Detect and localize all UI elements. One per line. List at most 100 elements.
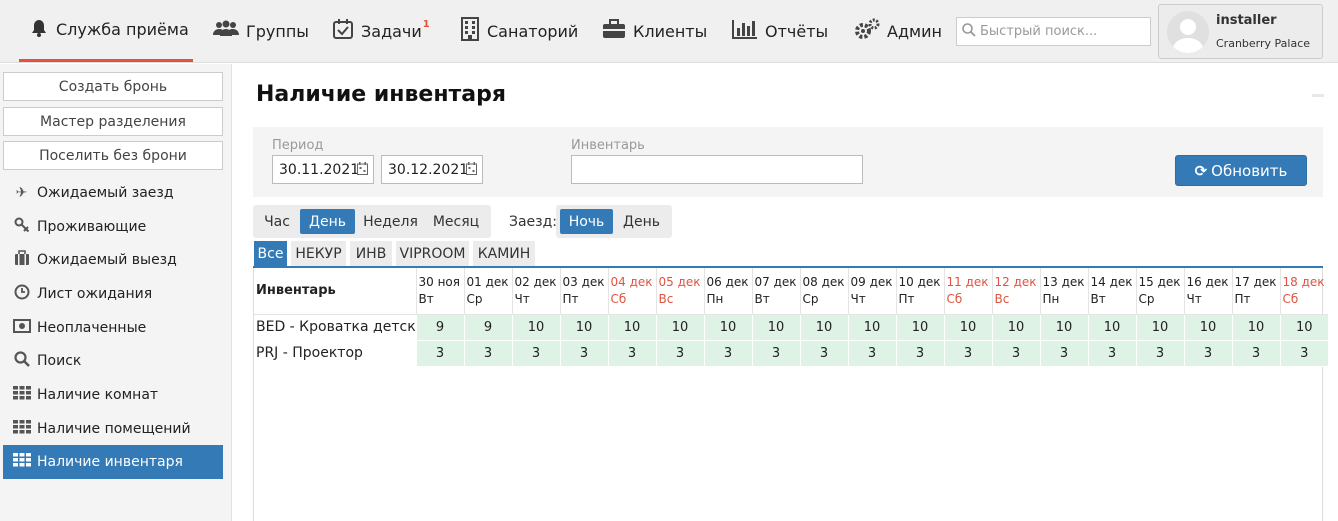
tab-all[interactable]: Все <box>254 241 287 266</box>
availability-cell[interactable]: 10 <box>1087 314 1136 341</box>
availability-cell[interactable]: 10 <box>751 314 800 341</box>
availability-cell[interactable]: 10 <box>1279 314 1328 341</box>
sidebar-item-inventory-availability[interactable]: Наличие инвентаря <box>3 445 223 479</box>
availability-cell[interactable]: 3 <box>895 340 944 367</box>
availability-cell[interactable]: 3 <box>511 340 560 367</box>
availability-cell[interactable]: 10 <box>511 314 560 341</box>
nav-clients[interactable]: Клиенты <box>602 0 707 62</box>
scale-day[interactable]: День <box>300 209 355 234</box>
availability-cell[interactable]: 10 <box>799 314 848 341</box>
availability-cell[interactable]: 3 <box>799 340 848 367</box>
table-row: PRJ - Проектор 3 3 3 3 3 3 3 3 3 3 3 3 3 3 3 3 3 3 3 <box>254 340 1328 367</box>
availability-cell[interactable]: 3 <box>1183 340 1232 367</box>
create-booking-button[interactable]: Создать бронь <box>3 72 223 101</box>
date-to-input[interactable]: 30.12.2021 <box>381 155 483 184</box>
column-header-day: 11 дек Сб <box>943 268 992 315</box>
sidebar-item-expected-arrival[interactable]: ✈ Ожидаемый заезд <box>3 176 223 210</box>
nav-admin[interactable]: Админ <box>854 0 942 62</box>
day-of-week: Вс <box>994 291 1010 306</box>
column-header-day: 02 дек Чт <box>511 268 560 315</box>
nav-groups[interactable]: Группы <box>213 0 309 62</box>
nav-reports[interactable]: Отчёты <box>732 0 828 62</box>
sidebar-item-search[interactable]: Поиск <box>3 344 223 378</box>
split-wizard-button[interactable]: Мастер разделения <box>3 107 223 136</box>
quick-search[interactable] <box>956 17 1151 46</box>
availability-cell[interactable]: 3 <box>1087 340 1136 367</box>
checkin-without-booking-button[interactable]: Поселить без брони <box>3 141 223 170</box>
availability-cell[interactable]: 3 <box>415 340 464 367</box>
day-date: 18 дек <box>1282 274 1325 289</box>
sidebar-item-residents[interactable]: Проживающие <box>3 210 223 244</box>
sidebar-item-premises-availability[interactable]: Наличие помещений <box>3 412 223 446</box>
availability-cell[interactable]: 3 <box>991 340 1040 367</box>
scale-hour[interactable]: Час <box>258 209 296 234</box>
quick-search-input[interactable] <box>980 24 1150 39</box>
key-icon <box>12 217 31 237</box>
tab-kamin[interactable]: КАМИН <box>473 241 535 266</box>
availability-cell[interactable]: 3 <box>655 340 704 367</box>
tab-inv[interactable]: ИНВ <box>350 241 392 266</box>
tab-viproom[interactable]: VIPROOM <box>396 241 469 266</box>
calendar-icon[interactable] <box>466 162 477 178</box>
availability-cell[interactable]: 10 <box>895 314 944 341</box>
availability-cell[interactable]: 10 <box>991 314 1040 341</box>
day-of-week: Ср <box>1138 291 1155 306</box>
building-icon <box>460 17 480 45</box>
sidebar-item-unpaid[interactable]: Неоплаченные <box>3 311 223 345</box>
day-of-week: Пн <box>706 291 724 306</box>
refresh-button[interactable]: ⟳ Обновить <box>1175 155 1307 186</box>
availability-cell[interactable]: 10 <box>1135 314 1184 341</box>
availability-cell[interactable]: 10 <box>655 314 704 341</box>
collapse-handle[interactable] <box>1312 94 1324 97</box>
day-date: 03 дек <box>562 274 605 289</box>
clock-icon <box>12 284 31 304</box>
availability-cell[interactable]: 10 <box>559 314 608 341</box>
availability-cell[interactable]: 3 <box>559 340 608 367</box>
user-hotel: Cranberry Palace <box>1216 37 1311 50</box>
availability-cell[interactable]: 10 <box>847 314 896 341</box>
day-date: 09 дек <box>850 274 893 289</box>
column-header-day: 17 дек Пт <box>1231 268 1280 315</box>
sidebar-item-room-availability[interactable]: Наличие комнат <box>3 378 223 412</box>
availability-cell[interactable]: 3 <box>703 340 752 367</box>
users-icon <box>213 20 239 42</box>
day-date: 02 дек <box>514 274 557 289</box>
nav-tasks[interactable]: Задачи 1 <box>332 0 430 62</box>
sidebar-item-waitlist[interactable]: Лист ожидания <box>3 277 223 311</box>
availability-cell[interactable]: 3 <box>1231 340 1280 367</box>
availability-cell[interactable]: 10 <box>1039 314 1088 341</box>
availability-cell[interactable]: 10 <box>1231 314 1280 341</box>
availability-cell[interactable]: 3 <box>1039 340 1088 367</box>
availability-cell[interactable]: 10 <box>607 314 656 341</box>
availability-cell[interactable]: 9 <box>415 314 464 341</box>
day-of-week: Пн <box>1042 291 1060 306</box>
day-date: 15 дек <box>1138 274 1181 289</box>
availability-cell[interactable]: 9 <box>463 314 512 341</box>
availability-cell[interactable]: 10 <box>703 314 752 341</box>
date-from-input[interactable]: 30.11.2021 <box>272 155 374 184</box>
availability-cell[interactable]: 3 <box>847 340 896 367</box>
user-menu[interactable]: installer Cranberry Palace <box>1158 4 1323 59</box>
availability-cell[interactable]: 3 <box>463 340 512 367</box>
nav-front-desk[interactable]: Служба приёма <box>19 0 193 62</box>
availability-cell[interactable]: 3 <box>1279 340 1328 367</box>
day-date: 14 дек <box>1090 274 1133 289</box>
availability-cell[interactable]: 3 <box>1135 340 1184 367</box>
day-of-week: Вт <box>1090 291 1106 306</box>
calendar-icon[interactable] <box>357 162 368 178</box>
checkin-night[interactable]: Ночь <box>560 209 613 234</box>
inventory-input[interactable] <box>571 155 863 184</box>
checkin-day[interactable]: День <box>615 209 668 234</box>
scale-week[interactable]: Неделя <box>359 209 422 234</box>
nav-sanatorium[interactable]: Санаторий <box>460 0 578 62</box>
tab-nekur[interactable]: НЕКУР <box>291 241 346 266</box>
top-navbar: Служба приёма Группы Задачи 1 Санаторий К… <box>0 0 1338 63</box>
sidebar-item-expected-departure[interactable]: Ожидаемый выезд <box>3 243 223 277</box>
availability-cell[interactable]: 10 <box>1183 314 1232 341</box>
column-header-inventory: Инвентарь <box>254 268 416 315</box>
availability-cell[interactable]: 3 <box>751 340 800 367</box>
availability-cell[interactable]: 10 <box>943 314 992 341</box>
availability-cell[interactable]: 3 <box>607 340 656 367</box>
availability-cell[interactable]: 3 <box>943 340 992 367</box>
scale-month[interactable]: Месяц <box>426 209 486 234</box>
